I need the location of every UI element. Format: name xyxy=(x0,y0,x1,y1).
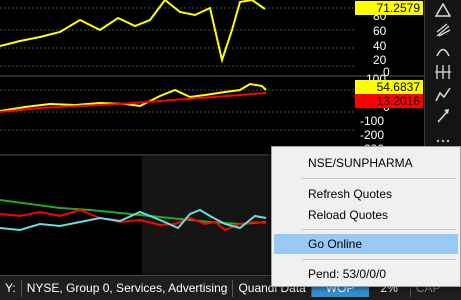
context-menu: NSE/SUNPHARMA Refresh Quotes Reload Quot… xyxy=(271,146,461,287)
menu-separator-1 xyxy=(302,178,456,179)
menu-separator-2 xyxy=(302,229,456,230)
axis-mid-label-3: -200 xyxy=(360,128,384,142)
menu-item-refresh-quotes[interactable]: Refresh Quotes xyxy=(274,184,458,204)
mid-yellow-value-box: 54.6837 xyxy=(355,80,423,94)
menu-item-pend-status: Pend: 53/0/0/0 xyxy=(308,267,387,281)
axis-top-label-1: 60 xyxy=(373,24,387,38)
status-y-label: Y: xyxy=(0,279,22,297)
mid-yellow-line xyxy=(0,82,267,112)
status-info: NYSE, Group 0, Services, Advertising xyxy=(22,279,234,297)
axis-mid-label-2: -100 xyxy=(360,114,384,128)
top-yellow-value-box: 71.2579 xyxy=(355,1,423,15)
arc-icon[interactable] xyxy=(431,40,455,60)
menu-item-go-online[interactable]: Go Online xyxy=(274,234,458,254)
menu-item-symbol[interactable]: NSE/SUNPHARMA xyxy=(274,153,458,173)
triangle-icon[interactable] xyxy=(431,0,455,20)
mid-red-value-box: 13.2016 xyxy=(355,94,423,108)
menu-separator-3 xyxy=(302,259,456,260)
freehand-line-icon[interactable] xyxy=(431,84,455,104)
menu-item-reload-quotes[interactable]: Reload Quotes xyxy=(274,205,458,225)
pointer-icon[interactable] xyxy=(431,106,455,126)
mid-red-line xyxy=(0,92,267,113)
bars-icon[interactable] xyxy=(431,62,455,82)
pane-mid-grid xyxy=(0,89,355,131)
more-dots-icon[interactable] xyxy=(431,136,455,146)
axis-top-label-2: 40 xyxy=(373,39,387,53)
pitchfork-icon[interactable] xyxy=(431,20,455,40)
